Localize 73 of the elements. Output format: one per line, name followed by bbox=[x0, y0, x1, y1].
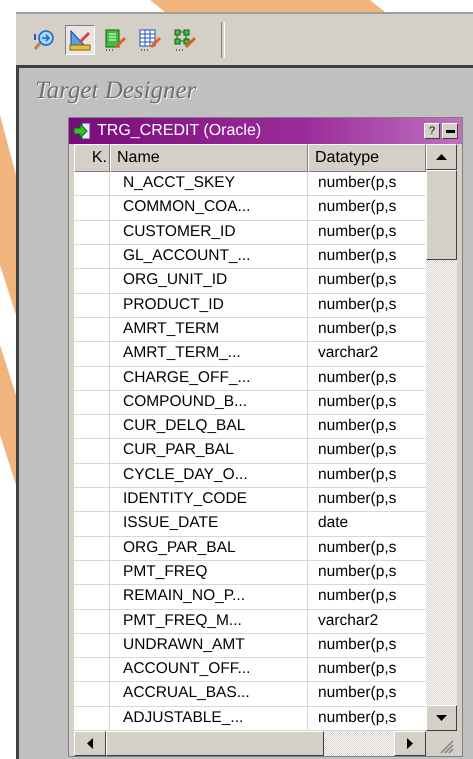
table-cell-text: number(p,s bbox=[317, 416, 398, 436]
table-cell-text: number(p,s bbox=[317, 246, 398, 266]
table-cell: PMT_FREQ bbox=[110, 560, 308, 584]
up-arrow-icon bbox=[436, 154, 447, 160]
column-header[interactable]: K. bbox=[74, 144, 110, 172]
table-cell: ADJUSTABLE_... bbox=[110, 706, 308, 730]
table-cell: CHARGE_OFF_... bbox=[110, 366, 308, 390]
table-cell-text: number(p,s bbox=[317, 392, 398, 412]
help-button[interactable]: ? bbox=[424, 123, 440, 140]
down-arrow-icon bbox=[436, 715, 447, 721]
table-cell: IDENTITY_CODE bbox=[110, 488, 308, 512]
table-cell: PMT_FREQ_M... bbox=[110, 610, 308, 633]
table-cell-text: number(p,s bbox=[317, 708, 398, 728]
resize-grip-icon[interactable] bbox=[440, 740, 454, 754]
table-cell-text: number(p,s bbox=[317, 197, 398, 218]
table-cell-text: number(p,s bbox=[317, 683, 398, 704]
table-cell-text: number(p,s bbox=[317, 318, 398, 339]
connected-nodes-pencil-icon bbox=[173, 28, 197, 52]
minimize-icon bbox=[446, 130, 454, 133]
table-cell: COMMON_COA... bbox=[110, 196, 308, 220]
left-arrow-icon bbox=[87, 738, 93, 749]
table-cell-text: varchar2 bbox=[317, 610, 380, 631]
table-cell-text: number(p,s bbox=[317, 464, 398, 485]
table-cell-text: number(p,s bbox=[317, 222, 398, 242]
table-cell: ACCOUNT_OFF... bbox=[110, 658, 308, 682]
minimize-button[interactable] bbox=[442, 123, 458, 140]
table-cell-text: number(p,s bbox=[317, 634, 398, 655]
table-cell: COMPOUND_B... bbox=[110, 390, 308, 414]
vertical-scrollbar[interactable] bbox=[426, 144, 457, 731]
right-arrow-icon bbox=[407, 738, 413, 749]
table-cell: PRODUCT_ID bbox=[110, 294, 308, 317]
workspace-title: Target Designer bbox=[34, 76, 198, 106]
window-title: TRG_CREDIT (Oracle) bbox=[97, 122, 262, 140]
table-cell: CUR_PAR_BAL bbox=[110, 439, 308, 463]
scroll-up-button[interactable] bbox=[426, 144, 457, 170]
table-cell: AMRT_TERM_... bbox=[110, 342, 308, 366]
table-cell: CYCLE_DAY_O... bbox=[110, 464, 308, 488]
column-header[interactable]: Name bbox=[110, 144, 308, 172]
toolbar-button[interactable] bbox=[65, 24, 95, 54]
table-cell-text: number(p,s bbox=[317, 440, 398, 460]
scroll-thumb[interactable] bbox=[106, 731, 324, 756]
document-pencil-icon bbox=[103, 28, 127, 52]
table-cell-text: number(p,s bbox=[317, 368, 398, 388]
table-cell: AMRT_TERM bbox=[110, 318, 308, 342]
table-cell: CUSTOMER_ID bbox=[110, 220, 308, 244]
triangle-ruler-pencil-icon bbox=[68, 28, 92, 52]
horizontal-scrollbar[interactable] bbox=[74, 731, 426, 756]
table-cell-text: number(p,s bbox=[317, 586, 398, 606]
scroll-down-button[interactable] bbox=[426, 705, 457, 731]
column-header[interactable]: Datatype bbox=[308, 144, 426, 172]
table-cell: ORG_PAR_BAL bbox=[110, 536, 308, 560]
table-pencil-icon bbox=[138, 28, 162, 52]
table-cell-text: varchar2 bbox=[317, 343, 380, 364]
table-cell-text: number(p,s bbox=[317, 294, 398, 315]
table-cell: REMAIN_NO_P... bbox=[110, 585, 308, 609]
table-cell: ORG_UNIT_ID bbox=[110, 269, 308, 293]
table-cell-text: number(p,s bbox=[317, 173, 398, 194]
table-cell: CUR_DELQ_BAL bbox=[110, 415, 308, 438]
table-cell-text: number(p,s bbox=[317, 659, 398, 680]
table-cell-text: number(p,s bbox=[317, 270, 398, 290]
table-cell: ISSUE_DATE bbox=[110, 512, 308, 536]
scroll-left-button[interactable] bbox=[74, 731, 106, 756]
table-arrow-icon bbox=[73, 122, 91, 140]
table-cell-text: number(p,s bbox=[317, 489, 398, 510]
scroll-right-button[interactable] bbox=[394, 731, 426, 756]
table-cell: GL_ACCOUNT_... bbox=[110, 245, 308, 268]
table-cell: UNDRAWN_AMT bbox=[110, 634, 308, 658]
table-cell-text: date bbox=[317, 513, 350, 534]
table-cell: ACCRUAL_BAS... bbox=[110, 682, 308, 706]
table-cell-text: number(p,s bbox=[317, 538, 398, 558]
table-cell-text: number(p,s bbox=[317, 562, 398, 582]
scroll-thumb[interactable] bbox=[426, 170, 457, 260]
table-cell: N_ACCT_SKEY bbox=[110, 172, 308, 196]
